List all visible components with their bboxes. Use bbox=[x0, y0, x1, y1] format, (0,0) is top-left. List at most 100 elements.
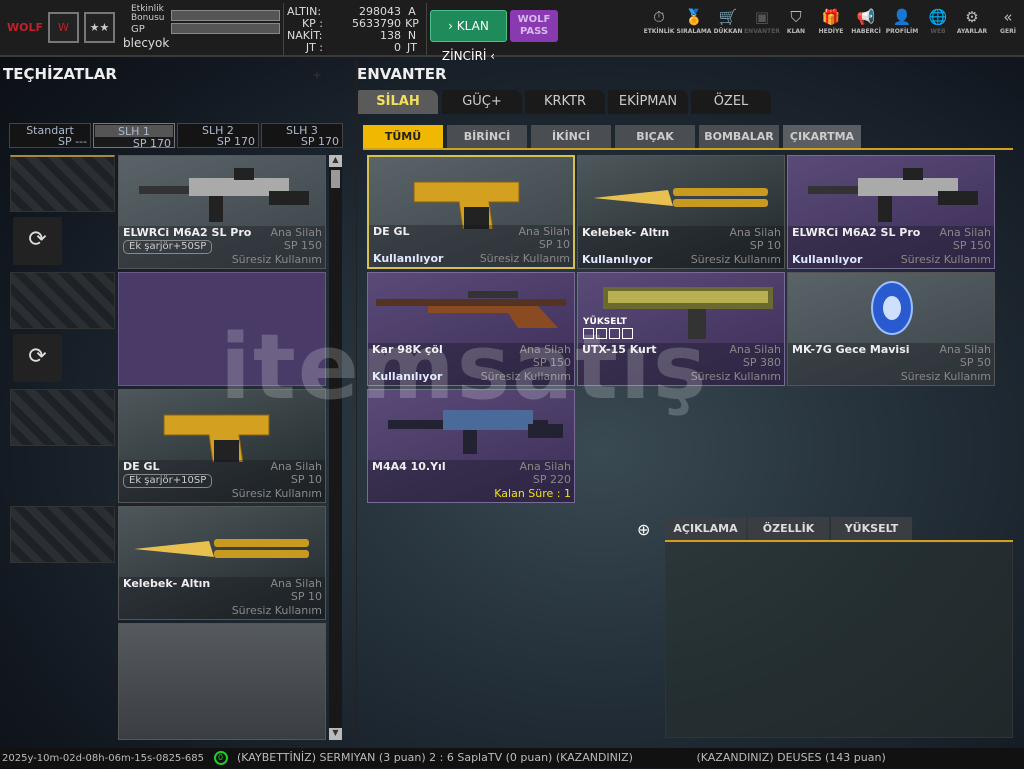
clan-badge[interactable]: W bbox=[48, 12, 79, 43]
equipment-slot-empty[interactable] bbox=[118, 272, 326, 386]
nav-klan[interactable]: ⛉ KLAN bbox=[778, 8, 814, 35]
tab-eki-pman[interactable]: EKİPMAN bbox=[608, 90, 688, 114]
slot-tab-standart[interactable]: Standart SP --- bbox=[9, 123, 91, 148]
item-sp: SP 150 bbox=[283, 239, 322, 252]
detail-tab-yu-kselt[interactable]: YÜKSELT bbox=[831, 517, 912, 540]
item-sp: SP 10 bbox=[290, 590, 322, 603]
slot-tab-slh-1[interactable]: SLH 1 SP 170 bbox=[93, 123, 175, 149]
tab-si-lah[interactable]: SİLAH bbox=[358, 90, 438, 114]
item-sp: SP 150 bbox=[532, 356, 571, 369]
klan-icon: ⛉ bbox=[790, 8, 802, 26]
nav-haberci[interactable]: 📢 HABERCİ bbox=[848, 8, 884, 35]
item-sp: SP 150 bbox=[952, 239, 991, 252]
item-name: M4A4 10.Yıl bbox=[372, 460, 446, 473]
nav-label: HEDİYE bbox=[818, 28, 844, 35]
inventory-item-card[interactable]: YÜKSELT UTX-15 Kurt Ana Silah SP 380 Süresiz… bbox=[577, 272, 785, 386]
inventory-title: ENVANTER bbox=[357, 65, 447, 83]
item-sp: SP 220 bbox=[532, 473, 571, 486]
item-sp: SP 10 bbox=[749, 239, 781, 252]
slot-sp: SP 170 bbox=[300, 135, 339, 148]
gp-label: GP bbox=[131, 24, 145, 35]
nav-label: HABERCİ bbox=[851, 28, 881, 35]
extra-magazine-button[interactable]: ⟳ bbox=[13, 334, 62, 382]
zoom-icon[interactable]: ⊕ bbox=[637, 520, 650, 539]
geri-icon: « bbox=[1003, 8, 1013, 26]
upgrade-slots bbox=[583, 328, 633, 339]
subtab-i-ki-nci[interactable]: İKİNCİ bbox=[531, 125, 611, 148]
item-duration: Süresiz Kullanım bbox=[900, 253, 991, 266]
item-sp: SP 10 bbox=[290, 473, 322, 486]
status-bar: 2025y-10m-02d-08h-06m-15s-0825-685 0 (KA… bbox=[0, 748, 1024, 768]
item-type: Ana Silah bbox=[518, 225, 570, 238]
item-type: Ana Silah bbox=[729, 343, 781, 356]
event-bonus-bar bbox=[171, 10, 280, 21]
nav-web[interactable]: 🌐 WEB bbox=[920, 8, 956, 35]
top-bar: WOLF W ★★ Etkinlik Bonusu GP blecyok ALT… bbox=[0, 0, 1024, 63]
equipped-item-card[interactable]: ELWRCi M6A2 SL Pro Ana Silah SP 150 Süresiz… bbox=[118, 155, 326, 269]
inventory-item-card[interactable]: M4A4 10.Yıl Ana Silah SP 220 Kalan Süre : 1 bbox=[367, 389, 575, 503]
event-bonus-label: Etkinlik Bonusu bbox=[131, 4, 165, 23]
item-duration: Süresiz Kullanım bbox=[231, 487, 322, 500]
item-sp: SP 380 bbox=[742, 356, 781, 369]
item-sp: SP 50 bbox=[959, 356, 991, 369]
inventory-item-card[interactable]: DE GL Ana Silah SP 10 Süresiz Kullanım Kulla… bbox=[367, 155, 575, 269]
nav-envanter[interactable]: ▣ ENVANTER bbox=[744, 8, 780, 35]
nav-etki-nli-k[interactable]: ⏱ ETKİNLİK bbox=[641, 8, 677, 35]
nav-siralama[interactable]: 🏅 SIRALAMA bbox=[676, 8, 712, 35]
tab-gu-c[interactable]: GÜÇ+ bbox=[442, 90, 522, 114]
wolf-pass-button[interactable]: WOLF PASS bbox=[510, 10, 558, 42]
item-name: Kelebek- Altın bbox=[123, 577, 211, 590]
item-duration: Süresiz Kullanım bbox=[900, 370, 991, 383]
empty-slot[interactable] bbox=[10, 155, 115, 212]
inventory-item-card[interactable]: MK-7G Gece Mavisi Ana Silah SP 50 Süresiz K… bbox=[787, 272, 995, 386]
empty-slot[interactable] bbox=[10, 506, 115, 563]
equipment-title: TEÇHİZATLAR bbox=[3, 65, 117, 83]
inventory-item-card[interactable]: Kelebek- Altın Ana Silah SP 10 Süresiz Kull… bbox=[577, 155, 785, 269]
tab-o-zel[interactable]: ÖZEL bbox=[691, 90, 771, 114]
gp-bar bbox=[171, 23, 280, 34]
in-use-status: Kullanılıyor bbox=[582, 253, 653, 266]
nav-profi-li-m[interactable]: 👤 PROFİLİM bbox=[884, 8, 920, 35]
currency-panel: ALTIN: 298043 A KP :5633790 KP NAKİT: 138 N J… bbox=[287, 5, 419, 54]
item-type: Ana Silah bbox=[519, 460, 571, 473]
ayarlar-icon: ⚙ bbox=[965, 8, 979, 26]
equipment-slot-empty[interactable] bbox=[118, 623, 326, 740]
timestamp: 2025y-10m-02d-08h-06m-15s-0825-685 bbox=[2, 753, 204, 764]
clan-chain-button[interactable]: › KLAN ZİNCİRİ ‹ bbox=[430, 10, 507, 63]
inventory-item-card[interactable]: ELWRCi M6A2 SL Pro Ana Silah SP 150 Süresiz… bbox=[787, 155, 995, 269]
match-message: (KAYBETTİNİZ) SERMIYAN (3 puan) 2 : 6 Sa… bbox=[237, 751, 633, 764]
nav-geri[interactable]: « GERİ bbox=[990, 8, 1024, 35]
equipped-item-card[interactable]: Kelebek- Altın Ana Silah SP 10 Süresiz Kull… bbox=[118, 506, 326, 620]
subtab-bic-ak[interactable]: BIÇAK bbox=[615, 125, 695, 148]
detail-tab-o-zelli-k[interactable]: ÖZELLİK bbox=[748, 517, 829, 540]
subtab-bi-ri-nci[interactable]: BİRİNCİ bbox=[447, 125, 527, 148]
nav-hedi-ye[interactable]: 🎁 HEDİYE bbox=[813, 8, 849, 35]
tab-krktr[interactable]: KRKTR bbox=[525, 90, 605, 114]
hedi-ye-icon: 🎁 bbox=[821, 8, 841, 26]
detail-tab-ac-iklama[interactable]: AÇIKLAMA bbox=[665, 517, 746, 540]
nav-ayarlar[interactable]: ⚙ AYARLAR bbox=[954, 8, 990, 35]
item-duration: Süresiz Kullanım bbox=[231, 253, 322, 266]
inventory-item-card[interactable]: Kar 98K çöl Ana Silah SP 150 Süresiz Kullan… bbox=[367, 272, 575, 386]
empty-slot[interactable] bbox=[10, 272, 115, 329]
subtab-c-ikartma[interactable]: ÇIKARTMA bbox=[783, 125, 861, 148]
equipment-scrollbar[interactable]: ▲ ▼ bbox=[329, 155, 342, 740]
nav-label: GERİ bbox=[1000, 28, 1016, 35]
subtab-tu-mu[interactable]: TÜMÜ bbox=[363, 125, 443, 148]
siralama-icon: 🏅 bbox=[684, 8, 704, 26]
slot-tab-slh-3[interactable]: SLH 3 SP 170 bbox=[261, 123, 343, 148]
equipped-item-card[interactable]: DE GL Ana Silah SP 10 Süresiz Kullanım Ek şa… bbox=[118, 389, 326, 503]
slot-sp: SP 170 bbox=[216, 135, 255, 148]
web-icon: 🌐 bbox=[928, 8, 948, 26]
item-name: UTX-15 Kurt bbox=[582, 343, 657, 356]
slot-tab-slh-2[interactable]: SLH 2 SP 170 bbox=[177, 123, 259, 148]
nav-du-kkan[interactable]: 🛒 DÜKKAN bbox=[710, 8, 746, 35]
rank-badge: ★★ bbox=[84, 12, 115, 43]
username: blecyok bbox=[123, 36, 170, 50]
extra-magazine-button[interactable]: ⟳ bbox=[13, 217, 62, 265]
empty-slot[interactable] bbox=[10, 389, 115, 446]
extra-magazine-badge: Ek şarjör+50SP bbox=[123, 240, 213, 254]
nav-label: SIRALAMA bbox=[676, 28, 712, 35]
subtab-bombalar[interactable]: BOMBALAR bbox=[699, 125, 779, 148]
game-logo: WOLF bbox=[6, 21, 43, 34]
